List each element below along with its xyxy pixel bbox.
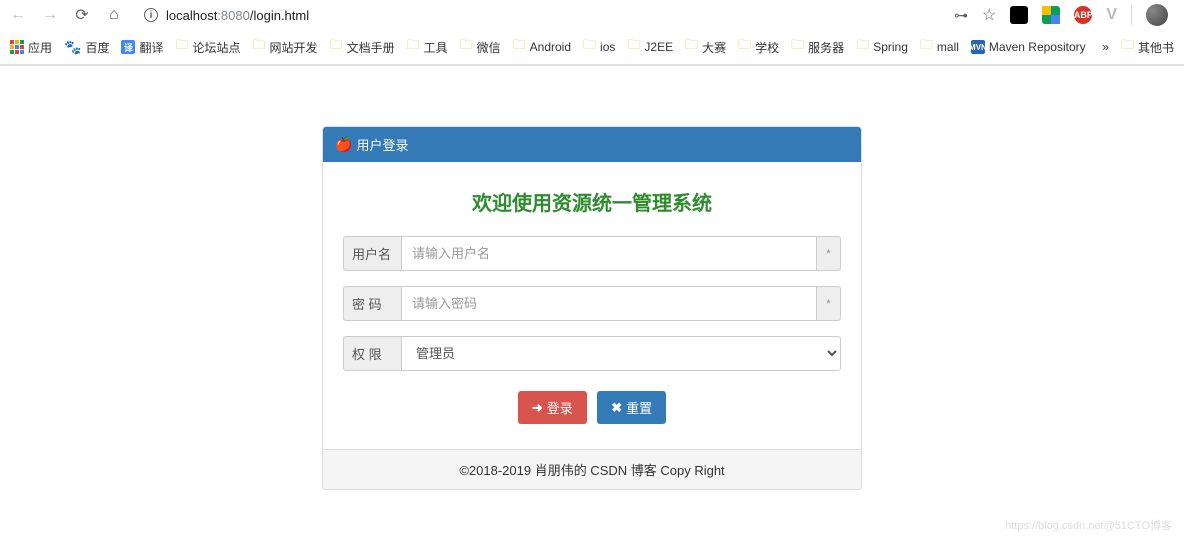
ios-bookmark[interactable]: 🗀ios [583,36,615,58]
username-row: 用户名 * [343,236,841,271]
page-content: 🍎 用户登录 欢迎使用资源统一管理系统 用户名 * 密 码 * 权 限 管理员 [0,66,1184,490]
apple-icon: 🍎 [335,136,352,153]
browser-chrome: ← → ⟳ ⌂ i localhost:8080/login.html ⊶ ☆ … [0,0,1184,66]
vue-devtools-icon[interactable]: V [1106,6,1117,24]
password-required-addon: * [817,286,841,321]
reset-button[interactable]: ✖ 重置 [597,391,666,424]
folder-icon: 🗀 [856,36,869,58]
extension-icon-1[interactable] [1010,6,1028,24]
bookmarks-bar: 应用 🐾 百度 译 翻译 🗀论坛站点 🗀网站开发 🗀文档手册 🗀工具 🗀微信 🗀… [0,30,1184,65]
browser-nav-bar: ← → ⟳ ⌂ i localhost:8080/login.html ⊶ ☆ … [0,0,1184,30]
otherbooks-bookmark[interactable]: 🗀其他书 [1121,36,1174,58]
login-panel: 🍎 用户登录 欢迎使用资源统一管理系统 用户名 * 密 码 * 权 限 管理员 [322,126,862,490]
folder-icon: 🗀 [1121,36,1134,58]
tools-bookmark[interactable]: 🗀工具 [407,36,448,58]
forward-button[interactable]: → [40,6,60,24]
folder-icon: 🗀 [513,36,526,58]
panel-footer: ©2018-2019 肖朋伟的 CSDN 博客 Copy Right [323,449,861,489]
contest-bookmark[interactable]: 🗀大赛 [685,36,726,58]
mall-bookmark[interactable]: 🗀mall [920,36,959,58]
bookmarks-overflow[interactable]: » [1102,40,1109,54]
apps-grid-icon [10,40,24,54]
spring-bookmark[interactable]: 🗀Spring [856,36,908,58]
apps-bookmark[interactable]: 应用 [10,39,52,56]
folder-icon: 🗀 [330,36,343,58]
wechat-bookmark[interactable]: 🗀微信 [460,36,501,58]
reset-icon: ✖ [611,400,622,416]
baidu-bookmark[interactable]: 🐾 百度 [64,39,109,56]
watermark: https://blog.csdn.net@51CTO博客 [1005,517,1172,533]
folder-icon: 🗀 [791,36,804,58]
role-row: 权 限 管理员 [343,336,841,371]
folder-icon: 🗀 [583,36,596,58]
folder-icon: 🗀 [738,36,751,58]
password-key-icon[interactable]: ⊶ [954,7,968,24]
role-select[interactable]: 管理员 [401,336,841,371]
android-bookmark[interactable]: 🗀Android [513,36,571,58]
folder-icon: 🗀 [460,36,473,58]
j2ee-bookmark[interactable]: 🗀J2EE [627,36,673,58]
folder-icon: 🗀 [253,36,266,58]
panel-body: 欢迎使用资源统一管理系统 用户名 * 密 码 * 权 限 管理员 [323,162,861,449]
address-bar[interactable]: i localhost:8080/login.html [136,6,942,25]
panel-title: 用户登录 [356,135,408,154]
button-row: ➜ 登录 ✖ 重置 [343,391,841,424]
folder-icon: 🗀 [407,36,420,58]
bookmark-star-icon[interactable]: ☆ [982,5,996,25]
panel-header: 🍎 用户登录 [323,127,861,162]
login-icon: ➜ [532,400,543,416]
site-info-icon[interactable]: i [144,8,158,22]
folder-icon: 🗀 [685,36,698,58]
server-bookmark[interactable]: 🗀服务器 [791,36,844,58]
folder-icon: 🗀 [627,36,640,58]
school-bookmark[interactable]: 🗀学校 [738,36,779,58]
login-button[interactable]: ➜ 登录 [518,391,587,424]
back-button[interactable]: ← [8,6,28,24]
username-input[interactable] [401,236,817,271]
toolbar-divider [1131,5,1132,25]
translate-icon: 译 [121,40,135,54]
toolbar-right: ⊶ ☆ ABP V [954,4,1176,26]
password-label: 密 码 [343,286,401,321]
docs-bookmark[interactable]: 🗀文档手册 [330,36,395,58]
reload-button[interactable]: ⟳ [72,5,92,25]
webdev-bookmark[interactable]: 🗀网站开发 [253,36,318,58]
maven-bookmark[interactable]: MVNMaven Repository [971,40,1086,54]
username-label: 用户名 [343,236,401,271]
password-row: 密 码 * [343,286,841,321]
adblock-plus-icon[interactable]: ABP [1074,6,1092,24]
password-input[interactable] [401,286,817,321]
forum-bookmark[interactable]: 🗀论坛站点 [175,36,240,58]
url-text: localhost:8080/login.html [166,8,309,23]
welcome-title: 欢迎使用资源统一管理系统 [343,187,841,216]
home-button[interactable]: ⌂ [104,6,124,24]
maven-icon: MVN [971,40,985,54]
baidu-icon: 🐾 [64,39,81,56]
profile-avatar[interactable] [1146,4,1168,26]
role-label: 权 限 [343,336,401,371]
folder-icon: 🗀 [920,36,933,58]
folder-icon: 🗀 [175,36,188,58]
extension-icon-2[interactable] [1042,6,1060,24]
username-required-addon: * [817,236,841,271]
translate-bookmark[interactable]: 译 翻译 [121,39,163,56]
